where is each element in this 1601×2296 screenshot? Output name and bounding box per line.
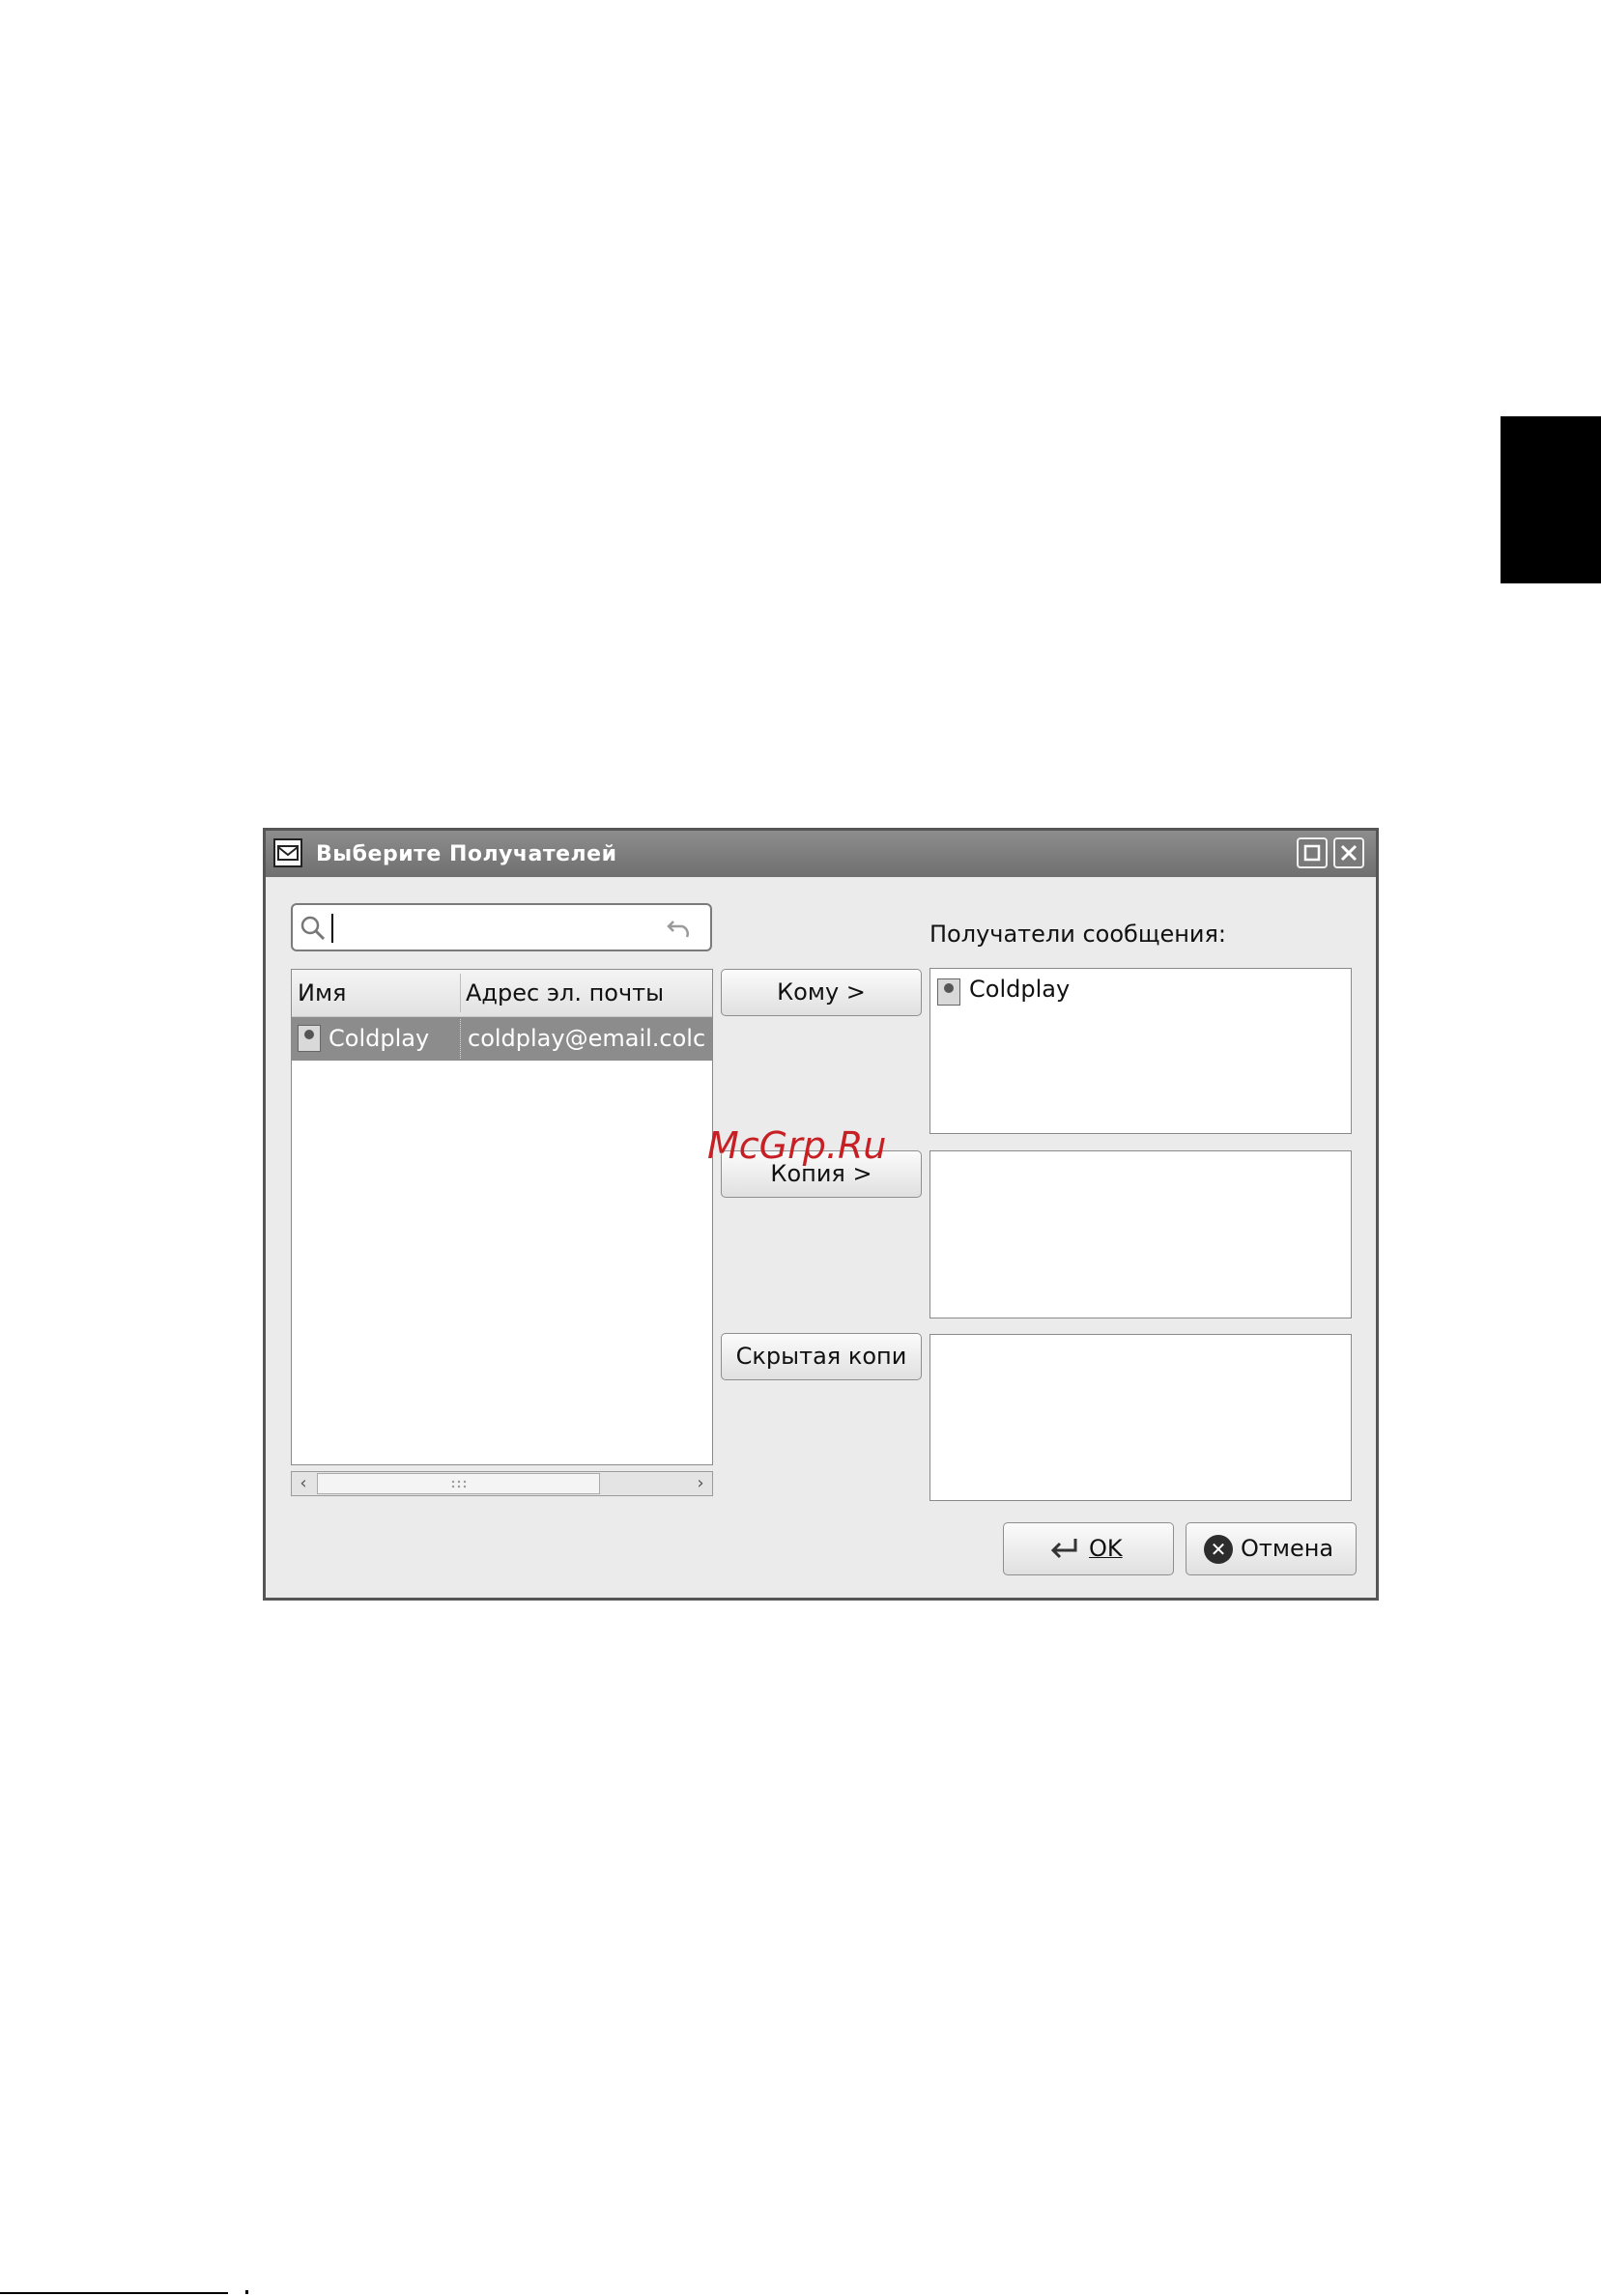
ok-button[interactable]: OK: [1003, 1522, 1174, 1575]
contacts-list-header: Имя Адрес эл. почты: [292, 970, 712, 1017]
clear-undo-icon[interactable]: [666, 916, 695, 941]
recipients-label: Получатели сообщения:: [929, 921, 1227, 948]
page-footer-rule: [0, 2292, 228, 2294]
maximize-button[interactable]: [1297, 837, 1328, 868]
to-recipients-list[interactable]: Coldplay: [929, 968, 1352, 1134]
text-caret: [331, 914, 333, 943]
cc-recipients-list[interactable]: [929, 1150, 1352, 1318]
cell-separator: [460, 1019, 461, 1059]
bcc-recipients-list[interactable]: [929, 1334, 1352, 1501]
contact-name: Coldplay: [329, 1025, 430, 1052]
column-separator: [460, 974, 461, 1012]
watermark-text: McGrp.Ru: [707, 1124, 887, 1167]
recipient-avatar-icon: [937, 978, 960, 1006]
close-button[interactable]: [1333, 837, 1364, 868]
contact-avatar-icon: [298, 1025, 321, 1052]
page-footer-mark: [245, 2290, 248, 2294]
grip-icon: [451, 1480, 467, 1488]
maximize-icon: [1303, 844, 1321, 862]
column-header-name[interactable]: Имя: [298, 979, 347, 1006]
scroll-right-icon[interactable]: ›: [689, 1472, 712, 1495]
scrollbar-thumb[interactable]: [317, 1473, 600, 1494]
page-side-tab: [1501, 416, 1601, 583]
list-item[interactable]: Coldplay: [969, 976, 1070, 1003]
title-bar[interactable]: Выберите Получателей: [266, 831, 1376, 877]
contacts-list[interactable]: Имя Адрес эл. почты Coldplay coldplay@em…: [291, 969, 713, 1465]
close-icon: [1340, 844, 1358, 862]
mail-app-icon: [273, 838, 302, 867]
search-icon: [300, 916, 326, 941]
cancel-label: Отмена: [1241, 1535, 1334, 1562]
scroll-left-icon[interactable]: ‹: [292, 1472, 315, 1495]
select-recipients-dialog: Выберите Получателей Имя Адрес эл. почты…: [263, 828, 1379, 1601]
enter-arrow-icon: [1050, 1539, 1077, 1559]
horizontal-scrollbar[interactable]: ‹ ›: [291, 1471, 713, 1496]
add-bcc-button[interactable]: Скрытая копи: [721, 1333, 922, 1380]
add-to-button[interactable]: Кому >: [721, 969, 922, 1016]
cancel-icon: ✕: [1204, 1535, 1233, 1564]
contact-email: coldplay@email.colc: [468, 1025, 706, 1052]
table-row[interactable]: Coldplay coldplay@email.colc: [292, 1017, 712, 1061]
search-field[interactable]: [291, 903, 712, 951]
column-header-email[interactable]: Адрес эл. почты: [466, 979, 664, 1006]
cancel-button[interactable]: ✕ Отмена: [1186, 1522, 1357, 1575]
dialog-title: Выберите Получателей: [316, 842, 617, 866]
ok-label: OK: [1089, 1535, 1123, 1562]
